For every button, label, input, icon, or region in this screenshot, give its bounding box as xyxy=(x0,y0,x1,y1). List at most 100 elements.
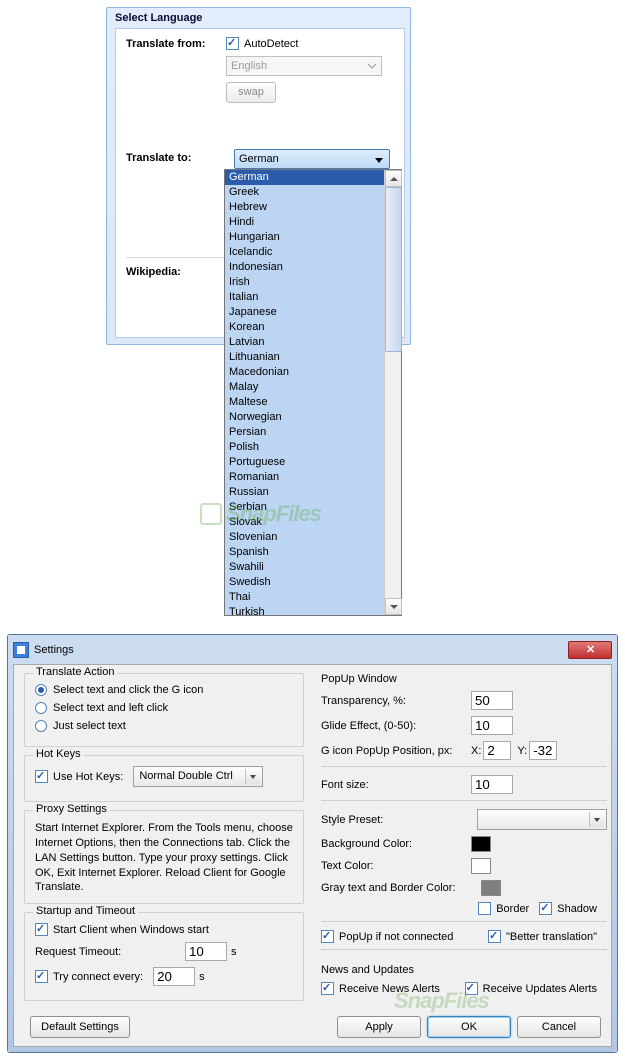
bgcolor-swatch[interactable] xyxy=(471,836,491,852)
transparency-input[interactable] xyxy=(471,691,513,710)
translate-from-combo[interactable]: English xyxy=(226,56,382,76)
dropdown-option[interactable]: Hungarian xyxy=(225,230,384,245)
try-connect-input[interactable] xyxy=(153,967,195,986)
radio-option-leftclick[interactable]: Select text and left click xyxy=(35,702,293,714)
radio-label: Just select text xyxy=(53,720,126,732)
bgcolor-label: Background Color: xyxy=(321,838,471,850)
default-settings-button[interactable]: Default Settings xyxy=(30,1016,130,1038)
select-language-title: Select Language xyxy=(107,8,410,28)
use-hotkeys-label: Use Hot Keys: xyxy=(53,771,123,783)
glide-label: Glide Effect, (0-50): xyxy=(321,720,471,732)
radio-option-justselect[interactable]: Just select text xyxy=(35,720,293,732)
dropdown-option[interactable]: Persian xyxy=(225,425,384,440)
radio-option-gicon[interactable]: Select text and click the G icon xyxy=(35,684,293,696)
dropdown-option[interactable]: Korean xyxy=(225,320,384,335)
translate-to-dropdown: GermanGreekHebrewHindiHungarianIcelandic… xyxy=(224,169,402,616)
radio-label: Select text and click the G icon xyxy=(53,684,203,696)
dropdown-option[interactable]: Maltese xyxy=(225,395,384,410)
startup-group: Startup and Timeout Start Client when Wi… xyxy=(24,912,304,1001)
dropdown-option[interactable]: Lithuanian xyxy=(225,350,384,365)
dropdown-items: GermanGreekHebrewHindiHungarianIcelandic… xyxy=(225,170,384,615)
dropdown-option[interactable]: Icelandic xyxy=(225,245,384,260)
titlebar: Settings xyxy=(13,640,612,660)
dropdown-option[interactable]: Italian xyxy=(225,290,384,305)
settings-client: Translate Action Select text and click t… xyxy=(13,664,612,1047)
request-timeout-input[interactable] xyxy=(185,942,227,961)
translate-to-combo[interactable]: German xyxy=(234,149,390,169)
stylepreset-label: Style Preset: xyxy=(321,814,411,826)
autodetect-label: AutoDetect xyxy=(244,38,298,50)
dropdown-option[interactable]: Slovenian xyxy=(225,530,384,545)
chevron-down-icon xyxy=(366,60,378,72)
dropdown-option[interactable]: Turkish xyxy=(225,605,384,615)
dropdown-option[interactable]: Hebrew xyxy=(225,200,384,215)
dropdown-option[interactable]: Thai xyxy=(225,590,384,605)
chevron-down-icon xyxy=(245,769,260,784)
translate-from-value: English xyxy=(231,60,267,72)
scroll-up-icon[interactable] xyxy=(385,170,402,187)
x-label: X: xyxy=(471,745,481,757)
chevron-down-icon xyxy=(375,158,383,163)
try-connect-checkbox[interactable]: Try connect every: xyxy=(35,970,143,983)
better-trans-checkbox[interactable]: "Better translation" xyxy=(488,930,597,943)
dropdown-option[interactable]: Swahili xyxy=(225,560,384,575)
gicon-y-input[interactable] xyxy=(529,741,557,760)
gicon-pos-label: G icon PopUp Position, px: xyxy=(321,745,471,757)
graycolor-label: Gray text and Border Color: xyxy=(321,882,481,894)
updates-alerts-label: Receive Updates Alerts xyxy=(483,983,597,995)
graycolor-swatch[interactable] xyxy=(481,880,501,896)
watermark: SnapFiles xyxy=(394,988,489,1014)
dropdown-option[interactable]: Latvian xyxy=(225,335,384,350)
proxy-legend: Proxy Settings xyxy=(33,803,110,815)
popup-group: PopUp Window Transparency, %: Glide Effe… xyxy=(319,673,609,964)
translate-to-value: German xyxy=(239,153,279,165)
dropdown-option[interactable]: Japanese xyxy=(225,305,384,320)
dropdown-option[interactable]: Swedish xyxy=(225,575,384,590)
dropdown-option[interactable]: German xyxy=(225,170,384,185)
seconds-unit: s xyxy=(199,971,205,983)
dropdown-option[interactable]: Macedonian xyxy=(225,365,384,380)
use-hotkeys-checkbox[interactable]: Use Hot Keys: xyxy=(35,770,123,783)
hotkey-mode-combo[interactable]: Normal Double Ctrl xyxy=(133,766,263,787)
apply-button[interactable]: Apply xyxy=(337,1016,421,1038)
start-client-checkbox[interactable]: Start Client when Windows start xyxy=(35,923,209,936)
dropdown-option[interactable]: Russian xyxy=(225,485,384,500)
scrollbar[interactable] xyxy=(384,170,401,615)
dropdown-option[interactable]: Romanian xyxy=(225,470,384,485)
dropdown-option[interactable]: Polish xyxy=(225,440,384,455)
hotkey-mode-value: Normal Double Ctrl xyxy=(139,770,233,782)
close-button[interactable] xyxy=(568,641,612,659)
dropdown-option[interactable]: Greek xyxy=(225,185,384,200)
gicon-x-input[interactable] xyxy=(483,741,511,760)
popup-notconn-checkbox[interactable]: PopUp if not connected xyxy=(321,930,453,943)
y-label: Y: xyxy=(517,745,527,757)
dropdown-option[interactable]: Malay xyxy=(225,380,384,395)
settings-window: Settings Translate Action Select text an… xyxy=(7,634,618,1053)
dropdown-option[interactable]: Hindi xyxy=(225,215,384,230)
fontsize-input[interactable] xyxy=(471,775,513,794)
dropdown-option[interactable]: Spanish xyxy=(225,545,384,560)
fontsize-label: Font size: xyxy=(321,779,471,791)
transparency-label: Transparency, %: xyxy=(321,695,471,707)
translate-action-legend: Translate Action xyxy=(33,666,117,678)
dropdown-option[interactable]: Irish xyxy=(225,275,384,290)
stylepreset-combo[interactable] xyxy=(477,809,607,830)
scroll-thumb[interactable] xyxy=(385,187,402,352)
dropdown-option[interactable]: Norwegian xyxy=(225,410,384,425)
dropdown-option[interactable]: Portuguese xyxy=(225,455,384,470)
textcolor-swatch[interactable] xyxy=(471,858,491,874)
shadow-checkbox[interactable]: Shadow xyxy=(539,902,597,915)
swap-button[interactable]: swap xyxy=(226,82,276,103)
autodetect-checkbox[interactable] xyxy=(226,37,239,50)
border-checkbox[interactable]: Border xyxy=(478,902,529,915)
ok-button[interactable]: OK xyxy=(427,1016,511,1038)
shadow-label: Shadow xyxy=(557,903,597,915)
button-bar: Default Settings Apply OK Cancel xyxy=(24,1016,601,1038)
translate-to-label: Translate to: xyxy=(126,152,191,164)
chevron-down-icon xyxy=(589,812,604,827)
glide-input[interactable] xyxy=(471,716,513,735)
cancel-button[interactable]: Cancel xyxy=(517,1016,601,1038)
scroll-down-icon[interactable] xyxy=(385,598,402,615)
dropdown-option[interactable]: Indonesian xyxy=(225,260,384,275)
hotkeys-group: Hot Keys Use Hot Keys: Normal Double Ctr… xyxy=(24,755,304,802)
